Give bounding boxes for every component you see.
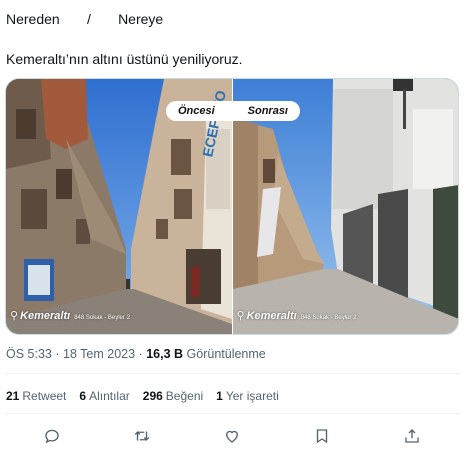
like-icon[interactable]: [222, 426, 242, 446]
views-label: Görüntülenme: [186, 347, 266, 361]
tweet-meta: ÖS 5:33 · 18 Tem 2023 · 16,3 B Görüntüle…: [6, 347, 266, 361]
retweets-label: Retweet: [22, 389, 67, 403]
meta-dot: ·: [55, 347, 60, 361]
retweets-count: 21: [6, 389, 20, 403]
likes-stat[interactable]: 296 Beğeni: [143, 389, 203, 403]
before-label: Öncesi: [178, 105, 215, 117]
bookmarks-label: Yer işareti: [225, 389, 279, 403]
likes-label: Beğeni: [165, 389, 204, 403]
quotes-count: 6: [79, 389, 87, 403]
location-tag-after: ⚲ Kemeraltı 848 Sokak - Beyler 2: [237, 309, 357, 322]
reply-icon[interactable]: [42, 426, 62, 446]
engagement-stats: 21 Retweet 6 Alıntılar 296 Beğeni 1 Yer işar…: [6, 389, 279, 403]
header: Nereden / Nereye: [6, 11, 163, 27]
views-count: 16,3 B: [146, 347, 184, 361]
bookmark-icon[interactable]: [312, 426, 332, 446]
location-street-after: 848 Sokak - Beyler 2: [300, 315, 357, 321]
location-name-before: Kemeraltı: [20, 310, 71, 322]
likes-count: 296: [142, 389, 163, 403]
location-tag-before: ⚲ Kemeraltı 848 Sokak - Beyler 2: [10, 309, 130, 322]
tweet-text: Kemeraltı’nın altını üstünü yeniliyoruz.: [6, 51, 243, 67]
divider: [6, 373, 460, 374]
header-separator: /: [86, 11, 91, 27]
before-after-label: Öncesi Sonrası: [166, 101, 300, 121]
meta-dot: ·: [138, 347, 143, 361]
quotes-label: Alıntılar: [89, 389, 130, 403]
retweet-icon[interactable]: [132, 426, 152, 446]
after-label: Sonrası: [247, 105, 288, 117]
share-icon[interactable]: [402, 426, 422, 446]
tweet-date[interactable]: 18 Tem 2023: [63, 347, 135, 361]
bookmarks-stat[interactable]: 1 Yer işareti: [216, 389, 279, 403]
header-to[interactable]: Nereye: [118, 11, 163, 27]
retweets-stat[interactable]: 21 Retweet: [6, 389, 66, 403]
tweet-time[interactable]: ÖS 5:33: [6, 347, 52, 361]
header-from[interactable]: Nereden: [6, 11, 60, 27]
location-name-after: Kemeraltı: [246, 310, 297, 322]
pin-icon: ⚲: [10, 310, 19, 322]
action-bar: [42, 426, 422, 446]
pin-icon: ⚲: [236, 310, 245, 322]
divider: [6, 413, 460, 414]
bookmarks-count: 1: [216, 389, 223, 403]
quotes-stat[interactable]: 6 Alıntılar: [79, 389, 129, 403]
location-street-before: 848 Sokak - Beyler 2: [74, 315, 130, 321]
